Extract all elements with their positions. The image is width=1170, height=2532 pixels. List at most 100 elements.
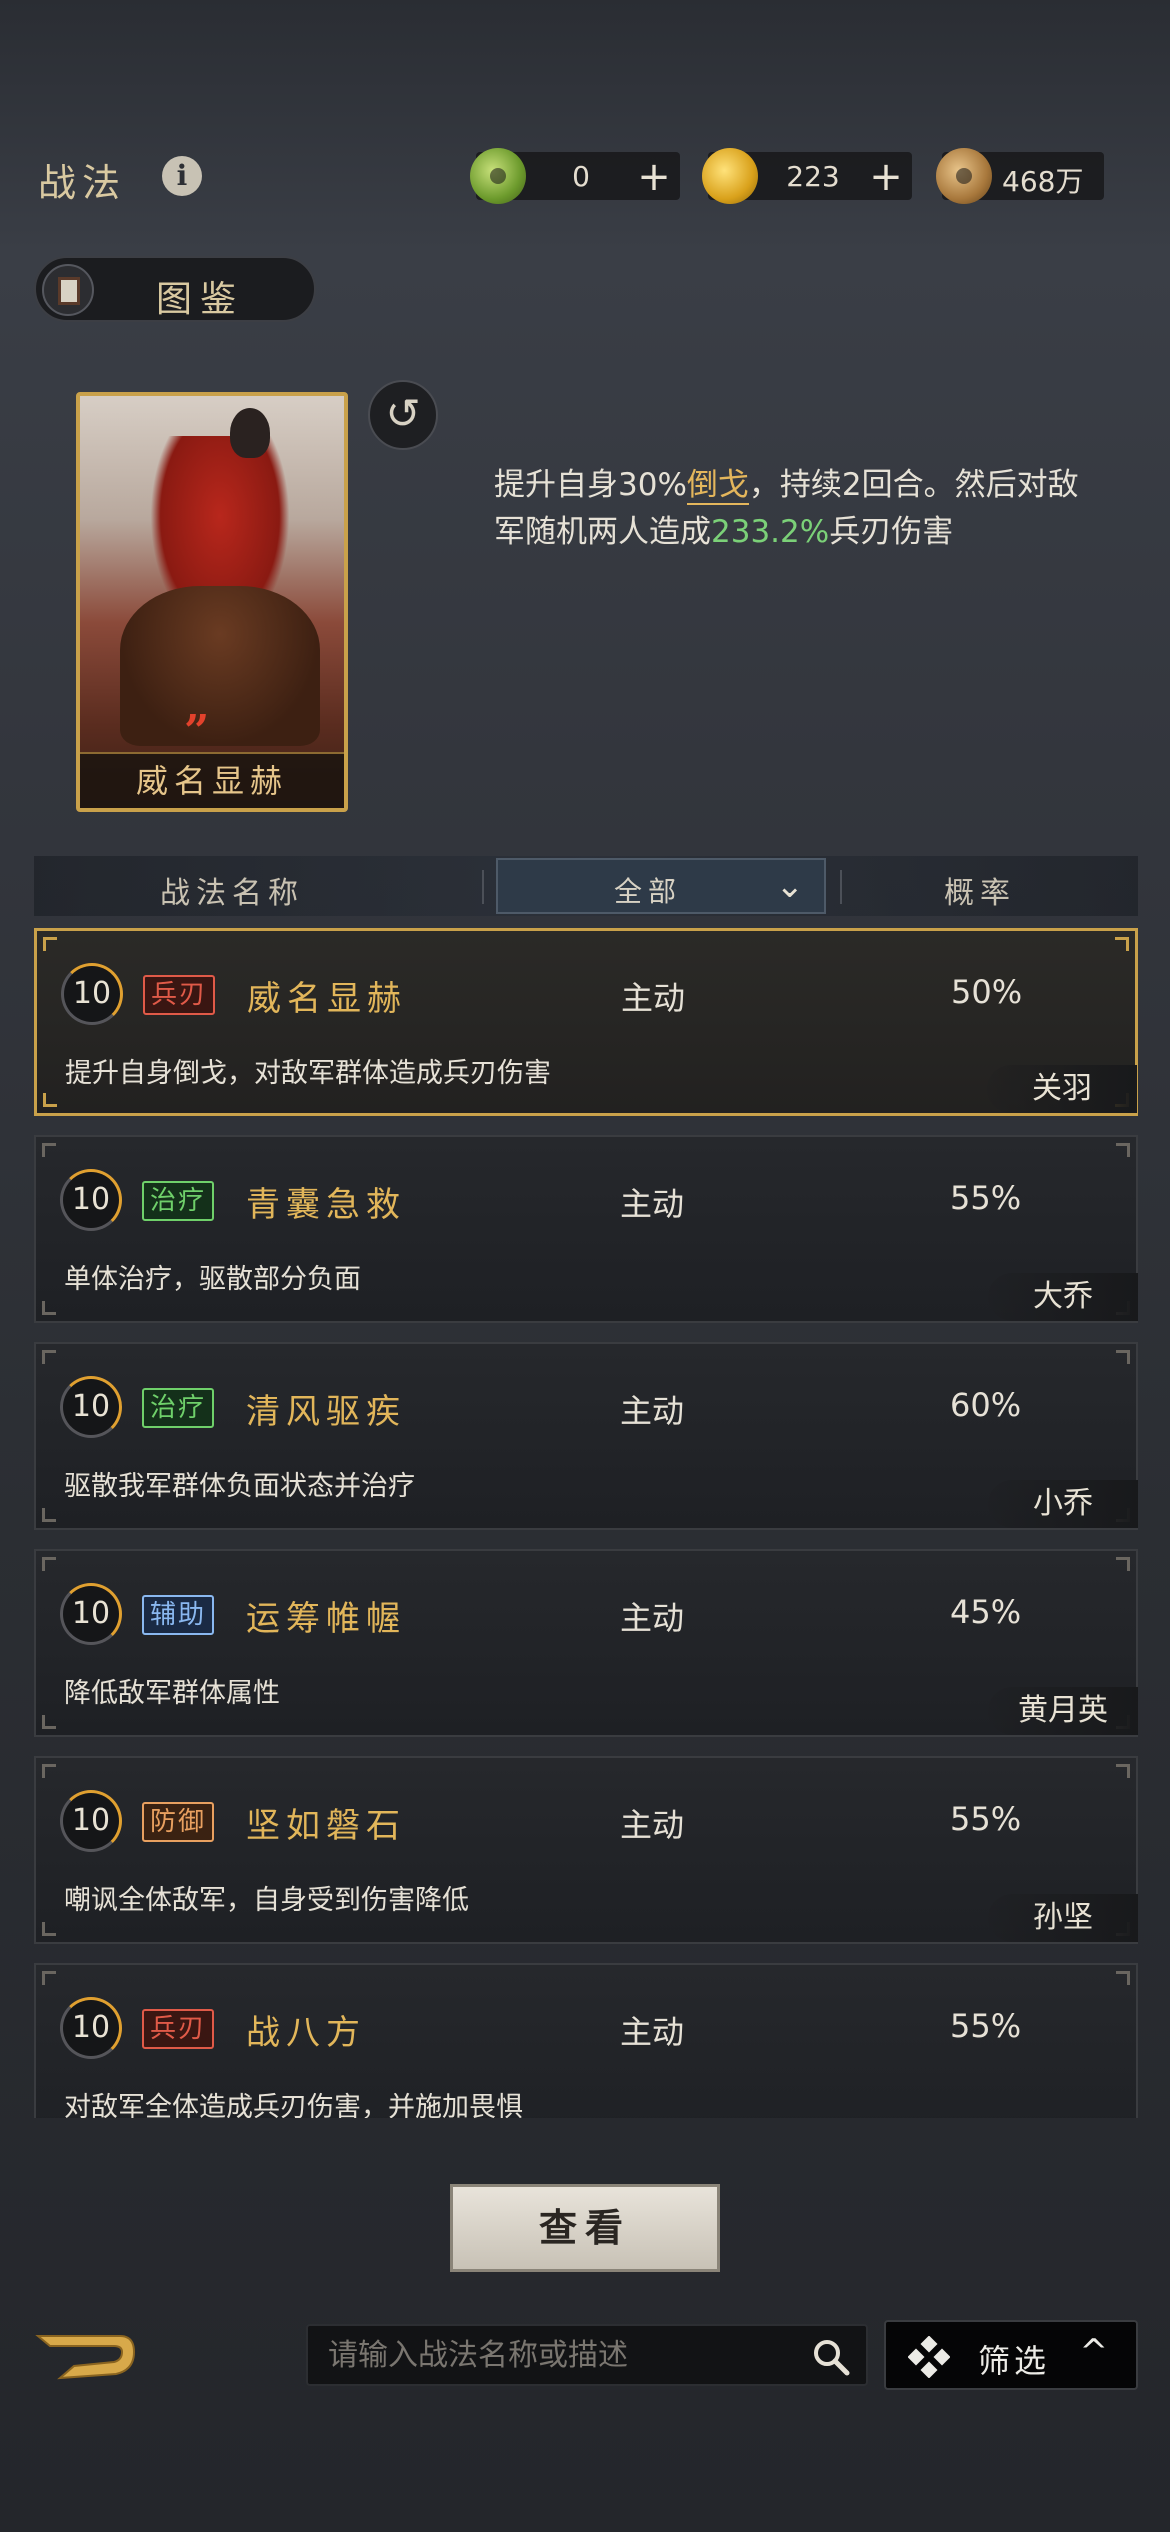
skill-row[interactable]: 10 兵刃 威名显赫 主动 50% 提升自身倒戈，对敌军群体造成兵刃伤害 关羽 [34,928,1138,1116]
skill-description: 提升自身30%倒戈，持续2回合。然后对敌军随机两人造成233.2%兵刃伤害 [494,462,1094,556]
skill-type-tag: 辅助 [142,1595,215,1635]
filter-value: 全部 [614,875,683,908]
horse-image [120,586,320,746]
skill-summary: 对敌军全体造成兵刃伤害，并施加畏惧 [64,2092,523,2118]
skill-activation: 主动 [620,2013,685,2051]
corner-ornament [42,1301,56,1315]
view-button[interactable]: 查看 [450,2184,720,2272]
skill-row[interactable]: 10 治疗 清风驱疾 主动 60% 驱散我军群体负面状态并治疗 小乔 [34,1342,1138,1530]
skill-name: 清风驱疾 [246,1392,406,1432]
skill-probability: 55% [950,2007,1022,2045]
search-box [306,2324,868,2386]
corner-ornament [42,1557,56,1571]
desc-text-1: 提升自身30% [494,467,687,503]
search-input[interactable] [328,2334,788,2378]
skill-level: 10 [60,1997,122,2059]
codex-button[interactable]: 图鉴 [34,256,316,322]
probability-column-header: 概率 [944,876,1016,911]
corner-ornament [1116,1764,1130,1778]
skill-row[interactable]: 10 治疗 青囊急救 主动 55% 单体治疗，驱散部分负面 大乔 [34,1135,1138,1323]
skill-level: 10 [60,1169,122,1231]
jade-resource: 0 + [470,148,680,204]
skill-probability: 55% [950,1800,1022,1838]
skill-row[interactable]: 10 防御 坚如磐石 主动 55% 嘲讽全体敌军，自身受到伤害降低 孙坚 [34,1756,1138,1944]
general-name: 小乔 [988,1480,1138,1528]
general-name: 关羽 [987,1065,1137,1113]
skill-summary: 驱散我军群体负面状态并治疗 [64,1471,415,1502]
skill-summary: 单体治疗，驱散部分负面 [64,1264,361,1295]
copper-coin-icon [936,148,992,204]
skill-card[interactable]: ” 威名显赫 [76,392,348,812]
page-title: 战法 [38,161,127,205]
filter-button[interactable]: 筛选 ^ [884,2320,1138,2390]
gold-coin-icon [702,148,758,204]
skill-activation: 主动 [621,979,686,1017]
desc-text-3: 兵刃伤害 [829,514,954,550]
card-name: 威名显赫 [80,752,344,808]
corner-ornament [43,1093,57,1107]
skill-activation: 主动 [620,1806,685,1844]
copper-value: 468万 [1002,165,1084,198]
divider [840,870,842,904]
desc-damage-value: 233.2% [711,514,830,550]
desc-keyword[interactable]: 倒戈 [686,467,749,505]
gold-add-button[interactable]: + [868,154,904,200]
corner-ornament [1115,937,1129,951]
codex-label: 图鉴 [156,279,245,320]
skill-type-tag: 防御 [142,1802,215,1842]
skill-level: 10 [61,963,123,1025]
top-bar: 战法 i 0 + 223 + 468万 [0,130,1170,220]
corner-ornament [43,937,57,951]
type-filter-dropdown[interactable]: 全部 ⌄ [496,858,826,914]
info-icon[interactable]: i [162,156,202,196]
skill-name: 威名显赫 [247,979,407,1019]
skill-level: 10 [60,1583,122,1645]
jade-coin-icon [470,148,526,204]
skill-summary: 提升自身倒戈，对敌军群体造成兵刃伤害 [65,1058,551,1089]
copper-resource: 468万 [936,148,1104,204]
skill-list[interactable]: 10 兵刃 威名显赫 主动 50% 提升自身倒戈，对敌军群体造成兵刃伤害 关羽 10 治疗 青囊急… [34,928,1138,2118]
skill-name: 青囊急救 [246,1185,406,1225]
jade-add-button[interactable]: + [636,154,672,200]
corner-ornament [42,1143,56,1157]
gold-resource: 223 + [702,148,912,204]
search-icon[interactable] [810,2336,852,2378]
refresh-icon[interactable]: ↺ [368,380,438,450]
filter-label: 筛选 [978,2342,1051,2380]
general-name: 孙坚 [988,1894,1138,1942]
chevron-down-icon: ⌄ [775,866,805,906]
skill-activation: 主动 [620,1392,685,1430]
divider [482,870,484,904]
skill-type-tag: 兵刃 [143,975,216,1015]
back-arrow-icon [35,2335,136,2380]
corner-ornament [1116,1971,1130,1985]
list-header: 战法名称 全部 ⌄ 概率 [34,856,1138,916]
chevron-up-icon: ^ [1079,2332,1109,2372]
skill-probability: 45% [950,1593,1022,1631]
general-name: 大乔 [988,1273,1138,1321]
skill-row[interactable]: 10 辅助 运筹帷幄 主动 45% 降低敌军群体属性 黄月英 [34,1549,1138,1737]
back-button[interactable] [30,2326,140,2386]
book-icon [42,264,94,316]
skill-type-tag: 治疗 [142,1388,215,1428]
general-name: 黄月英 [988,1687,1138,1735]
skill-level: 10 [60,1376,122,1438]
name-column-header: 战法名称 [160,876,304,911]
skill-type-tag: 兵刃 [142,2009,215,2049]
skill-row[interactable]: 10 兵刃 战八方 主动 55% 对敌军全体造成兵刃伤害，并施加畏惧 [34,1963,1138,2118]
corner-ornament [42,1715,56,1729]
skill-activation: 主动 [620,1599,685,1637]
skill-activation: 主动 [620,1185,685,1223]
rank-mark: ” [184,706,210,757]
corner-ornament [42,1764,56,1778]
gold-value: 223 [786,160,840,193]
skill-name: 运筹帷幄 [246,1599,406,1639]
general-head [230,408,270,458]
jade-value: 0 [572,160,590,193]
skill-name: 战八方 [246,2013,366,2053]
corner-ornament [1116,1143,1130,1157]
skill-summary: 降低敌军群体属性 [64,1678,280,1709]
skill-probability: 55% [950,1179,1022,1217]
filter-icon [908,2336,950,2378]
corner-ornament [1116,1350,1130,1364]
